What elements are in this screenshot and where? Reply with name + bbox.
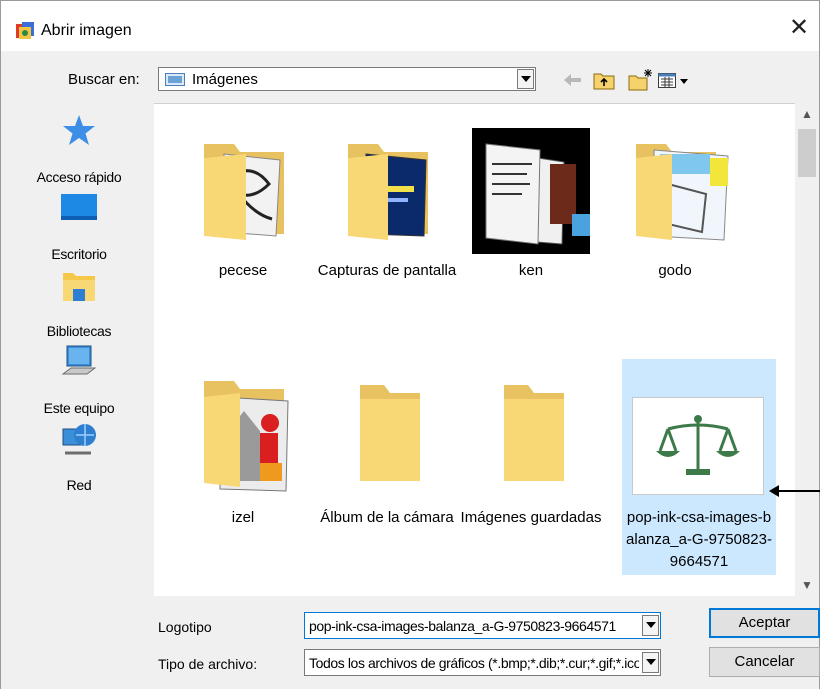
folder-icon	[360, 385, 420, 481]
place-libraries[interactable]: Bibliotecas	[24, 267, 134, 341]
filename-dropdown-arrow[interactable]	[642, 615, 659, 636]
back-button[interactable]	[561, 68, 583, 92]
vertical-scrollbar[interactable]: ▲ ▼	[795, 103, 819, 596]
folder-icon	[348, 144, 428, 240]
item-name: ken	[518, 262, 544, 279]
up-folder-button[interactable]	[593, 68, 615, 92]
place-label: Red	[66, 477, 92, 493]
file-list[interactable]: pecese Capturas de pantalla ken godo ize…	[154, 103, 819, 596]
folder-item[interactable]: pecese	[171, 112, 315, 328]
folder-icon	[504, 385, 564, 481]
place-desktop[interactable]: Escritorio	[24, 190, 134, 264]
scrollbar-thumb[interactable]	[798, 129, 816, 177]
item-name: pecese	[218, 262, 268, 279]
item-name: Capturas de pantalla	[317, 262, 457, 279]
item-name: godo	[658, 262, 692, 279]
look-in-label: Buscar en:	[68, 71, 140, 88]
title-bar: Abrir imagen ✕	[1, 1, 819, 51]
close-button[interactable]: ✕	[785, 13, 813, 43]
place-this-pc[interactable]: Este equipo	[24, 344, 134, 418]
desktop-icon	[61, 194, 97, 220]
folder-icon	[204, 381, 289, 492]
filename-value: pop-ink-csa-images-balanza_a-G-9750823-9…	[309, 618, 616, 634]
filename-input[interactable]: pop-ink-csa-images-balanza_a-G-9750823-9…	[304, 612, 661, 639]
folder-item[interactable]: izel	[171, 359, 315, 575]
window-title: Abrir imagen	[41, 22, 132, 39]
place-label: Escritorio	[51, 246, 107, 262]
place-quick-access[interactable]: Acceso rápido	[24, 113, 134, 187]
computer-icon	[61, 345, 97, 375]
folder-item[interactable]: Álbum de la cámara	[315, 359, 459, 575]
cancel-button[interactable]: Cancelar	[709, 647, 820, 677]
view-menu-button[interactable]	[657, 68, 699, 92]
place-label: Bibliotecas	[46, 323, 112, 339]
paint-app-icon	[16, 22, 34, 39]
scroll-up-icon[interactable]: ▲	[795, 103, 819, 125]
filename-label: Logotipo	[158, 619, 212, 635]
look-in-dropdown-arrow[interactable]	[517, 69, 534, 89]
look-in-dropdown[interactable]: Imágenes	[158, 67, 536, 91]
chevron-down-icon	[521, 76, 531, 82]
folder-item[interactable]: godo	[603, 112, 747, 328]
place-label: Este equipo	[43, 400, 115, 416]
back-arrow-icon	[564, 74, 581, 86]
star-icon	[63, 115, 95, 145]
look-in-value: Imágenes	[192, 71, 258, 88]
filetype-value: Todos los archivos de gráficos (*.bmp;*.…	[309, 655, 639, 671]
folder-icon	[204, 144, 284, 240]
new-folder-button[interactable]	[628, 68, 654, 92]
pictures-folder-icon	[165, 73, 185, 86]
scale-image-thumbnail	[632, 397, 764, 495]
filetype-dropdown-arrow[interactable]	[642, 652, 659, 673]
folder-icon	[636, 144, 729, 241]
chevron-down-icon	[646, 659, 656, 665]
item-name: Imágenes guardadas	[460, 509, 602, 526]
open-image-dialog: Abrir imagen ✕ Buscar en: Imágenes Acces…	[0, 0, 820, 689]
item-name: Álbum de la cámara	[320, 509, 454, 526]
libraries-icon	[63, 273, 95, 301]
folder-item[interactable]: ken	[459, 112, 603, 328]
chevron-down-icon	[646, 622, 656, 628]
places-bar: Acceso rápido Escritorio Bibliotecas Est…	[24, 103, 134, 493]
pointer-arrow-annotation	[769, 485, 820, 497]
item-name: pop-ink-csa-images-balanza_a-G-9750823-9…	[626, 509, 772, 570]
up-folder-icon	[593, 73, 615, 90]
folder-item[interactable]: Capturas de pantalla	[315, 112, 459, 328]
scroll-down-icon[interactable]: ▼	[795, 574, 819, 596]
filetype-dropdown[interactable]: Todos los archivos de gráficos (*.bmp;*.…	[304, 649, 661, 676]
new-folder-icon	[628, 69, 652, 91]
place-network[interactable]: Red	[24, 421, 134, 495]
view-menu-icon	[658, 73, 688, 88]
place-label: Acceso rápido	[36, 169, 122, 185]
folder-icon	[472, 128, 590, 254]
folder-item[interactable]: Imágenes guardadas	[459, 359, 603, 575]
item-name: izel	[231, 509, 255, 526]
network-icon	[62, 424, 96, 455]
image-item-selected[interactable]: pop-ink-csa-images-balanza_a-G-9750823-9…	[622, 359, 776, 575]
close-icon: ✕	[788, 14, 810, 41]
ok-button[interactable]: Aceptar	[709, 608, 820, 638]
filetype-label: Tipo de archivo:	[158, 656, 258, 672]
